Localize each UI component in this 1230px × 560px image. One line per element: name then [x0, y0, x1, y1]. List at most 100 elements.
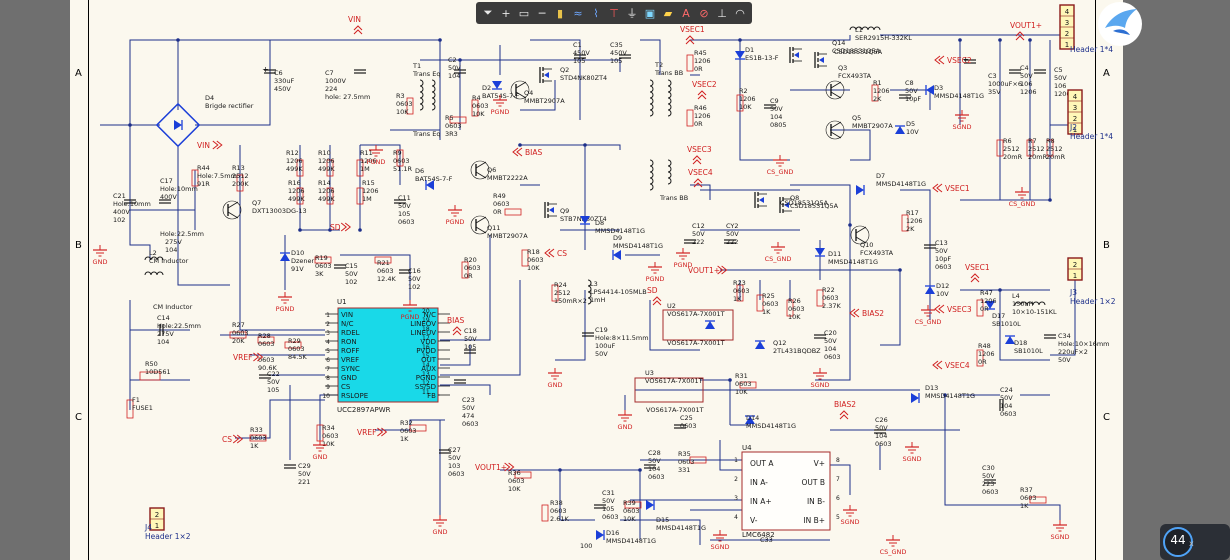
net-vout1-bot[interactable]: VOUT1+: [475, 463, 507, 472]
label-d15-1[interactable]: MMSD4148T1G: [656, 524, 706, 532]
label-d8[interactable]: D8: [595, 219, 604, 227]
gnd-pgnd-1-label[interactable]: PGND: [367, 158, 386, 166]
label-d12[interactable]: D12: [936, 282, 949, 290]
label-r12-2[interactable]: 499K: [286, 165, 303, 173]
label-q6[interactable]: Q6: [487, 166, 496, 174]
label-r17[interactable]: R17: [906, 209, 919, 217]
label-d10[interactable]: D10: [291, 249, 304, 257]
gnd-csgnd-4-label[interactable]: CS_GND: [765, 255, 792, 263]
label-r3[interactable]: R3: [396, 92, 405, 100]
label-r21[interactable]: R21: [377, 259, 390, 267]
label-c35-2[interactable]: 105: [610, 57, 622, 65]
label-r33-2[interactable]: 1K: [250, 442, 259, 450]
label-c24-1[interactable]: 50V: [1000, 394, 1013, 402]
label-c11-2[interactable]: 105: [398, 210, 410, 218]
label-r26-1[interactable]: 0603: [788, 305, 805, 313]
label-l4-2[interactable]: 10×10-151KL: [1012, 308, 1057, 316]
label-c6-2[interactable]: 450V: [274, 85, 291, 93]
u1-pinnum-left-4[interactable]: 5: [326, 348, 330, 355]
label-c22-1[interactable]: 50V: [267, 378, 280, 386]
label-j3[interactable]: J3: [1069, 288, 1077, 297]
label-c8-2[interactable]: 10pF: [905, 95, 921, 103]
label-d16-1[interactable]: MMSD4148T1G: [606, 537, 656, 545]
label-r19-1[interactable]: 0603: [315, 262, 332, 270]
label-c3-1[interactable]: 1000uF×6: [988, 80, 1022, 88]
label-c34[interactable]: C34: [1058, 332, 1071, 340]
ic-u1-name[interactable]: U1: [337, 298, 347, 306]
header-pin-hdr_top-1[interactable]: 3: [1065, 19, 1069, 27]
label-r25-1[interactable]: 0603: [762, 300, 779, 308]
label-c34-3[interactable]: 50V: [1058, 356, 1071, 364]
label-r49-2[interactable]: 0R: [493, 208, 502, 216]
label-r4[interactable]: R4: [472, 94, 481, 102]
label-t2[interactable]: T2: [654, 61, 663, 69]
label-q11-1[interactable]: MMBT2907A: [487, 232, 528, 240]
label-r6-1[interactable]: 2512: [1003, 145, 1020, 153]
label-l4[interactable]: L4: [1012, 292, 1020, 300]
label-d11-1[interactable]: MMSD4148T1G: [828, 258, 878, 266]
net-vsec4-right[interactable]: VSEC4: [945, 361, 970, 370]
label-c26-1[interactable]: 50V: [875, 424, 888, 432]
label-c5[interactable]: C5: [1054, 66, 1063, 74]
label-c16[interactable]: C16: [408, 267, 421, 275]
label-l1[interactable]: L1: [855, 26, 863, 34]
label-r21-1[interactable]: 0603: [377, 267, 394, 275]
label-d1-1[interactable]: ES1B-13-F: [745, 54, 779, 62]
label-r26[interactable]: R26: [788, 297, 801, 305]
label-r22-2[interactable]: 2.37K: [822, 302, 841, 310]
label-cy2-2[interactable]: 222: [726, 238, 738, 246]
label-c26-2[interactable]: 104: [875, 432, 887, 440]
label-c18[interactable]: C18: [464, 327, 477, 335]
label-r27[interactable]: R27: [232, 321, 245, 329]
power-icon[interactable]: ⊤: [606, 5, 622, 22]
label-r20[interactable]: R20: [464, 256, 477, 264]
gnd-sgnd-5-label[interactable]: SGND: [710, 543, 729, 551]
label-r33[interactable]: R33: [250, 426, 263, 434]
transformer-t2-sec2[interactable]: [667, 159, 672, 185]
label-c20[interactable]: C20: [824, 329, 837, 337]
label-c2-1[interactable]: 50V: [448, 64, 461, 72]
u4-pinnum-left-3[interactable]: 4: [734, 514, 738, 521]
label-q3-1[interactable]: FCX493TA: [838, 72, 872, 80]
label-c12-1[interactable]: 50V: [692, 230, 705, 238]
label-c14[interactable]: C14: [157, 314, 170, 322]
label-c13-2[interactable]: 10pF: [935, 255, 951, 263]
gnd-pgnd-4-label[interactable]: PGND: [401, 313, 420, 321]
label-r32-1[interactable]: 0603: [400, 427, 417, 435]
label-c17-2[interactable]: 400V: [160, 193, 177, 201]
diode-d15[interactable]: [646, 500, 654, 510]
label-r1-1[interactable]: 1206: [873, 87, 890, 95]
diode-d4[interactable]: [174, 120, 182, 130]
resistor-r46[interactable]: [686, 109, 694, 127]
label-r34-2[interactable]: 10K: [322, 440, 335, 448]
label-c31-1[interactable]: 50V: [602, 497, 615, 505]
net-sd-1[interactable]: SD: [330, 223, 341, 232]
label-r35-2[interactable]: 331: [678, 466, 690, 474]
label-c5-2[interactable]: 106: [1054, 82, 1066, 90]
diode-d13[interactable]: [911, 393, 919, 403]
label-r1[interactable]: R1: [873, 79, 882, 87]
label-r37-2[interactable]: 1K: [1020, 502, 1029, 510]
transformer-t2-primary[interactable]: [649, 79, 654, 117]
header-pin-j2-1[interactable]: 3: [1073, 104, 1077, 112]
label-r28-1[interactable]: 0603: [258, 340, 275, 348]
text-icon[interactable]: A: [678, 5, 694, 22]
label-j2-1[interactable]: Header 1*4: [1070, 132, 1113, 141]
u1-pin-left-9[interactable]: RSLOPE: [341, 392, 368, 400]
label-j2[interactable]: J2: [1069, 123, 1077, 132]
label-r28[interactable]: R28: [258, 332, 271, 340]
label-c29[interactable]: C29: [298, 462, 311, 470]
label-r45-1[interactable]: 1206: [694, 57, 711, 65]
label-d15[interactable]: D15: [656, 516, 669, 524]
label-r48-2[interactable]: 0R: [978, 358, 987, 366]
gnd-left-label[interactable]: GND: [93, 258, 108, 266]
label-r29[interactable]: R29: [288, 337, 301, 345]
label-u3[interactable]: U3: [645, 369, 654, 377]
label-r34[interactable]: R34: [322, 424, 335, 432]
plus-icon[interactable]: +: [498, 5, 514, 22]
net-vsec3-right[interactable]: VSEC3: [947, 305, 972, 314]
label-r1b[interactable]: 0603: [258, 356, 275, 364]
label-r39-1[interactable]: 0603: [623, 507, 640, 515]
label-r25[interactable]: R25: [762, 292, 775, 300]
label-d1[interactable]: D1: [745, 46, 754, 54]
